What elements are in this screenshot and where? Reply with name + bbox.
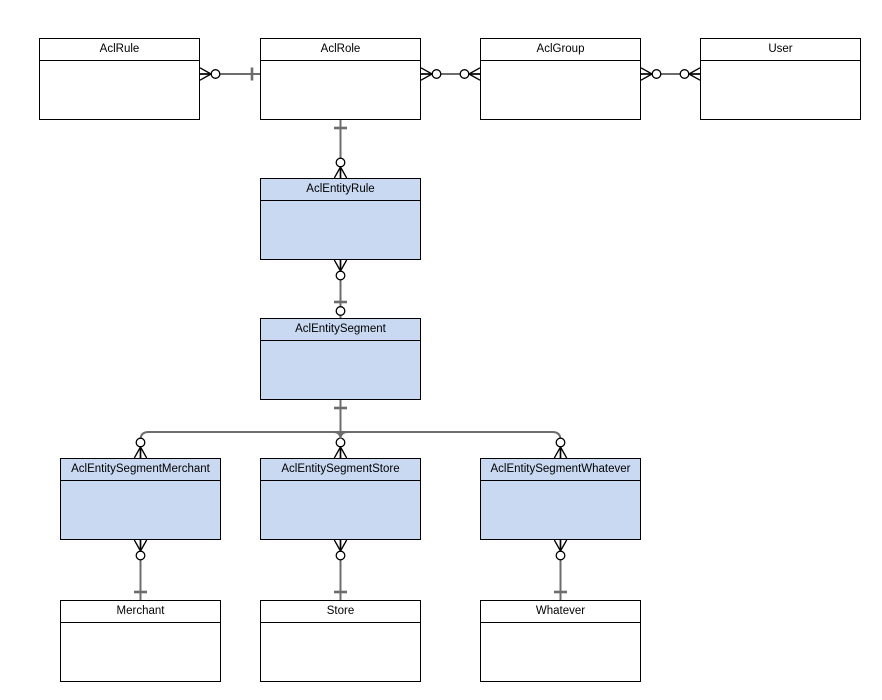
entity-whatever[interactable]: Whatever xyxy=(480,600,641,682)
entity-attributes-acl-group xyxy=(481,61,640,119)
entity-attributes-acl-role xyxy=(261,61,420,119)
entity-attributes-store xyxy=(261,623,420,681)
entity-acl-entity-segment[interactable]: AclEntitySegment xyxy=(260,318,421,400)
entity-attributes-acl-entity-segment-whatever xyxy=(481,481,640,539)
entity-title-acl-entity-segment-merchant: AclEntitySegmentMerchant xyxy=(61,459,220,481)
entity-attributes-acl-rule xyxy=(40,61,199,119)
entity-title-acl-entity-segment: AclEntitySegment xyxy=(261,319,420,341)
entity-title-user: User xyxy=(701,39,860,61)
connector-aclrole-aclentityrule xyxy=(333,120,348,179)
entity-acl-entity-rule[interactable]: AclEntityRule xyxy=(260,178,421,260)
entity-acl-group[interactable]: AclGroup xyxy=(480,38,641,120)
entity-title-acl-entity-segment-store: AclEntitySegmentStore xyxy=(261,459,420,481)
connector-segmerchant-merchant xyxy=(133,539,148,600)
entity-title-store: Store xyxy=(261,601,420,623)
entity-user[interactable]: User xyxy=(700,38,861,120)
entity-store[interactable]: Store xyxy=(260,600,421,682)
entity-attributes-merchant xyxy=(61,623,220,681)
entity-title-acl-role: AclRole xyxy=(261,39,420,61)
er-diagram-canvas: AclRule AclRole AclGroup User AclEntityRule A… xyxy=(0,0,882,700)
connector-aclrole-aclgroup xyxy=(420,67,481,81)
entity-attributes-acl-entity-rule xyxy=(261,201,420,259)
entity-acl-entity-segment-store[interactable]: AclEntitySegmentStore xyxy=(260,458,421,540)
entity-title-acl-entity-segment-whatever: AclEntitySegmentWhatever xyxy=(481,459,640,481)
entity-title-acl-entity-rule: AclEntityRule xyxy=(261,179,420,201)
connector-aclentityrule-aclentitysegment xyxy=(333,259,348,318)
entity-attributes-acl-entity-segment-store xyxy=(261,481,420,539)
entity-attributes-user xyxy=(701,61,860,119)
entity-title-acl-rule: AclRule xyxy=(40,39,199,61)
entity-title-acl-group: AclGroup xyxy=(481,39,640,61)
connector-segwhatever-whatever xyxy=(553,539,568,600)
connector-aclgroup-user xyxy=(640,67,701,81)
connector-bus-aclentitysegment-children xyxy=(133,400,568,459)
entity-title-whatever: Whatever xyxy=(481,601,640,623)
entity-acl-rule[interactable]: AclRule xyxy=(39,38,200,120)
entity-attributes-acl-entity-segment xyxy=(261,341,420,399)
entity-title-merchant: Merchant xyxy=(61,601,220,623)
connector-segstore-store xyxy=(333,539,348,600)
entity-attributes-acl-entity-segment-merchant xyxy=(61,481,220,539)
entity-acl-role[interactable]: AclRole xyxy=(260,38,421,120)
entity-acl-entity-segment-whatever[interactable]: AclEntitySegmentWhatever xyxy=(480,458,641,540)
connector-aclrule-aclrole xyxy=(199,67,260,81)
entity-acl-entity-segment-merchant[interactable]: AclEntitySegmentMerchant xyxy=(60,458,221,540)
entity-merchant[interactable]: Merchant xyxy=(60,600,221,682)
entity-attributes-whatever xyxy=(481,623,640,681)
